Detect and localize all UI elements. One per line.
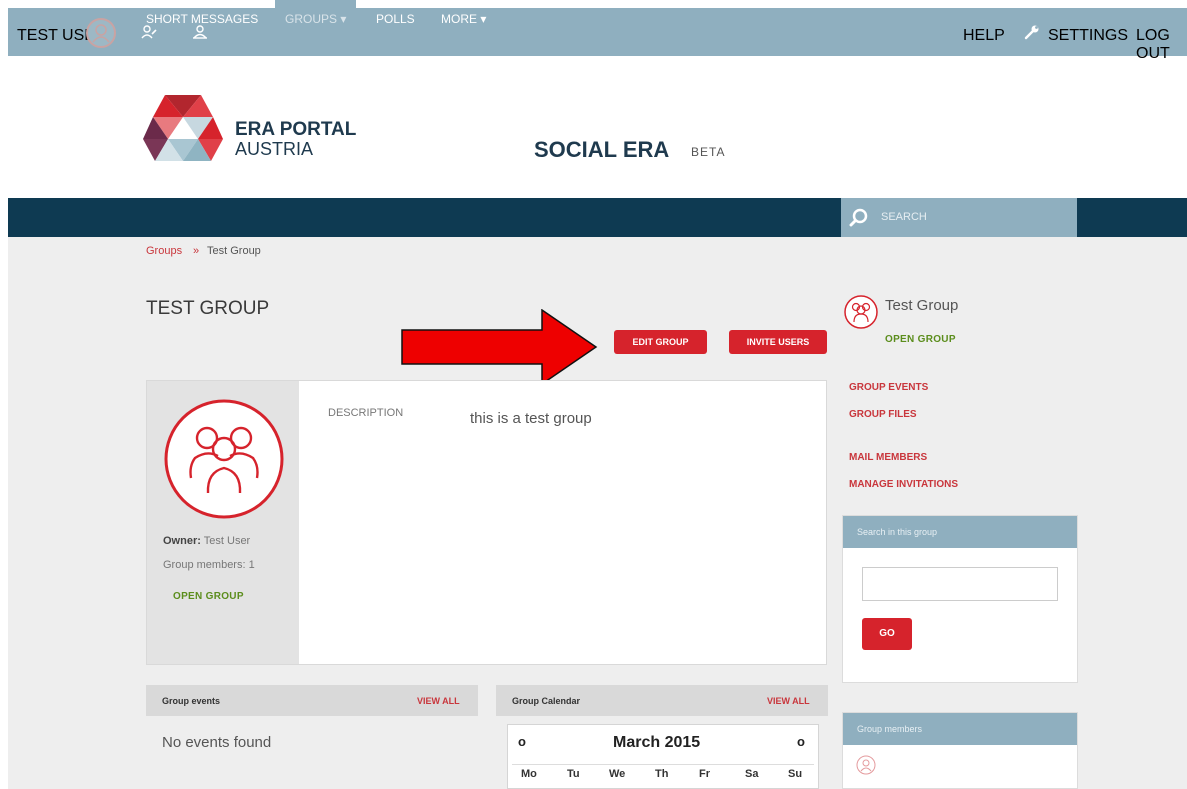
red-arrow-annotation [400,308,600,390]
calendar-view-all-link[interactable]: VIEW ALL [767,696,810,706]
group-events-title: Group events [162,696,221,706]
wrench-icon [1024,24,1040,45]
search-icon [849,208,868,227]
nav-polls[interactable]: POLLS [376,0,415,39]
calendar-divider [512,764,814,765]
calendar-day-header: Mo [521,768,537,780]
owner-name[interactable]: Test User [204,535,250,547]
member-avatar-icon[interactable] [856,755,876,780]
nav-groups[interactable]: GROUPS ▾ [275,0,357,39]
calendar-day-header: We [609,768,626,780]
calendar-day-header: Su [788,768,803,780]
user-avatar[interactable] [86,18,116,48]
calendar-next-icon[interactable]: o [797,734,805,749]
group-members-title: Group members [843,713,1077,745]
calendar-month-label: March 2015 [613,734,701,751]
group-avatar-icon [163,398,285,525]
breadcrumb-groups[interactable]: Groups [146,245,182,257]
edit-group-button[interactable]: EDIT GROUP [614,330,707,354]
calendar-prev-icon[interactable]: o [518,734,526,749]
calendar-day-header: Th [655,768,669,780]
calendar-day-header: Fr [699,768,710,780]
mail-members-link[interactable]: MAIL MEMBERS [849,452,927,463]
events-view-all-link[interactable]: VIEW ALL [417,696,460,706]
owner-line: Owner: Test User [163,535,251,547]
manage-invitations-link[interactable]: MANAGE INVITATIONS [849,479,958,490]
user-icon [92,24,110,43]
era-portal-logo[interactable] [143,95,223,170]
description-label: DESCRIPTION [328,407,404,419]
description-text: this is a test group [470,410,592,427]
breadcrumb-current: Test Group [207,245,261,257]
group-status-badge: OPEN GROUP [173,591,244,602]
nav-more[interactable]: MORE ▾ [441,0,486,39]
sidebar-group-name: Test Group [885,297,959,314]
nav-short-messages[interactable]: SHORT MESSAGES [146,0,258,39]
site-name: SOCIAL ERA [534,137,670,162]
go-button[interactable]: GO [862,618,912,650]
brand-line-2: AUSTRIA [235,139,314,159]
invite-users-button[interactable]: INVITE USERS [729,330,827,354]
breadcrumb-separator: » [193,245,200,257]
no-events-text: No events found [162,734,272,751]
calendar-day-header: Tu [567,768,580,780]
group-calendar-title: Group Calendar [512,696,581,706]
group-events-link[interactable]: GROUP EVENTS [849,382,928,393]
group-files-link[interactable]: GROUP FILES [849,409,917,420]
settings-link[interactable]: SETTINGS [1048,27,1128,45]
page-title: TEST GROUP [146,298,270,319]
sidebar-group-status: OPEN GROUP [885,334,956,345]
group-search-input[interactable] [862,567,1058,601]
search-input[interactable]: SEARCH [881,211,927,223]
group-search-title: Search in this group [843,516,1077,548]
search-box[interactable]: SEARCH [841,198,1077,237]
brand-line-1: ERA PORTAL [235,119,357,140]
help-link[interactable]: HELP [963,27,1005,45]
members-line: Group members: 1 [163,559,255,571]
calendar-day-header: Sa [745,768,759,780]
group-small-icon [843,294,879,335]
beta-label: BETA [691,145,726,159]
logout-link[interactable]: LOG OUT [1136,27,1187,63]
